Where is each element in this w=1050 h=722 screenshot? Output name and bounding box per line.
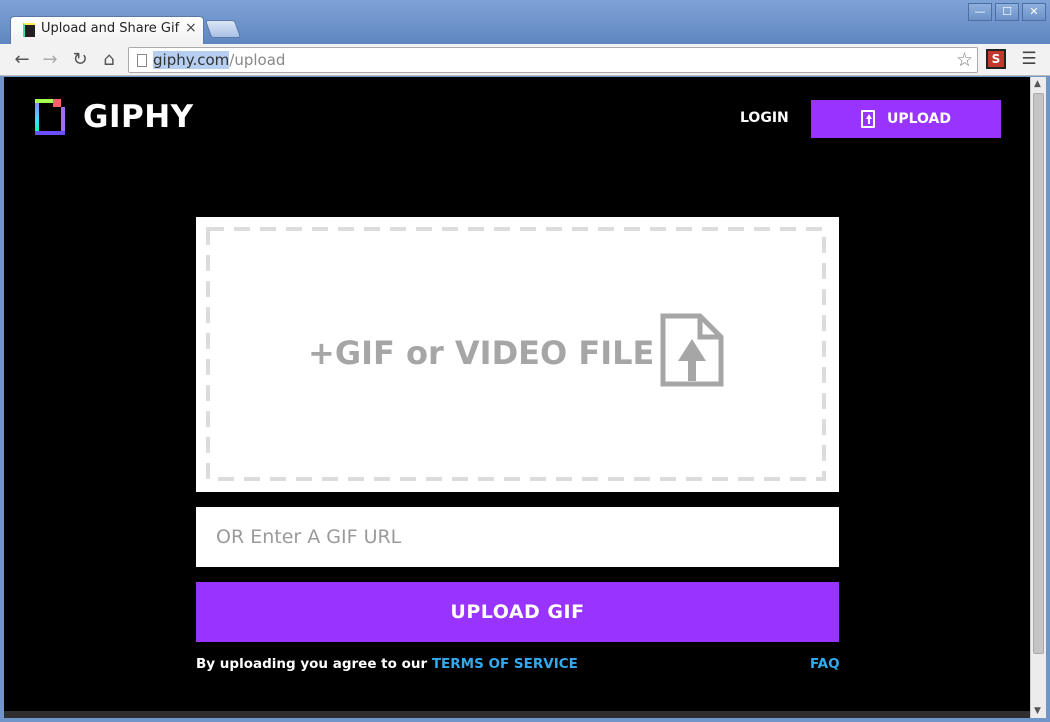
giphy-favicon-icon (23, 23, 35, 37)
terms-notice: By uploading you agree to our TERMS OF S… (196, 656, 578, 672)
new-tab-button[interactable] (204, 20, 242, 38)
header-upload-label: UPLOAD (886, 111, 952, 127)
maximize-button[interactable]: ☐ (995, 3, 1019, 21)
header-upload-button[interactable]: UPLOAD (811, 100, 1001, 138)
faq-link[interactable]: FAQ (810, 656, 840, 672)
file-upload-icon (660, 313, 724, 387)
tab-title: Upload and Share Gif (41, 21, 180, 36)
logo-text: GIPHY (83, 99, 194, 135)
scroll-up-icon[interactable]: ▲ (1034, 79, 1041, 89)
browser-menu-icon[interactable]: ☰ (1018, 48, 1040, 70)
upload-file-icon (860, 110, 875, 128)
bookmark-star-icon[interactable]: ☆ (956, 49, 973, 71)
tab-close-icon[interactable]: × (185, 20, 197, 36)
minimize-button[interactable]: — (968, 3, 992, 21)
browser-window: Upload and Share Gif × — ☐ ✕ ← → ↻ ⌂ gip… (0, 0, 1050, 722)
dropzone-label: +GIF or VIDEO FILE (308, 334, 655, 372)
reload-icon[interactable]: ↻ (68, 48, 92, 72)
title-bar: Upload and Share Gif × — ☐ ✕ (0, 0, 1050, 44)
home-icon[interactable]: ⌂ (97, 48, 121, 72)
extension-icon[interactable]: S (986, 49, 1006, 69)
gif-url-input[interactable] (196, 507, 839, 567)
giphy-logo-icon (35, 99, 65, 135)
forward-arrow-icon[interactable]: → (38, 48, 62, 72)
back-arrow-icon[interactable]: ← (10, 48, 34, 72)
address-bar[interactable]: giphy.com/upload ☆ (128, 47, 978, 73)
giphy-logo[interactable]: GIPHY (35, 99, 194, 135)
upload-gif-button[interactable]: UPLOAD GIF (196, 582, 839, 642)
vertical-scrollbar[interactable]: ▲ ▼ (1030, 77, 1046, 718)
page-icon (137, 54, 147, 67)
page-viewport: GIPHY LOGIN UPLOAD +GIF or VIDEO FILE UP… (4, 77, 1030, 711)
browser-toolbar: ← → ↻ ⌂ giphy.com/upload ☆ (0, 44, 1050, 76)
terms-prefix: By uploading you agree to our (196, 656, 432, 672)
scroll-thumb[interactable] (1033, 93, 1044, 654)
status-strip (4, 711, 1030, 718)
browser-tab[interactable]: Upload and Share Gif × (10, 16, 204, 44)
close-window-button[interactable]: ✕ (1022, 3, 1046, 21)
window-controls: — ☐ ✕ (968, 3, 1046, 21)
file-dropzone[interactable]: +GIF or VIDEO FILE (196, 217, 839, 492)
terms-of-service-link[interactable]: TERMS OF SERVICE (432, 656, 578, 672)
scroll-down-icon[interactable]: ▼ (1034, 706, 1041, 716)
login-link[interactable]: LOGIN (740, 110, 789, 126)
address-bar-url[interactable]: giphy.com/upload (153, 51, 285, 69)
